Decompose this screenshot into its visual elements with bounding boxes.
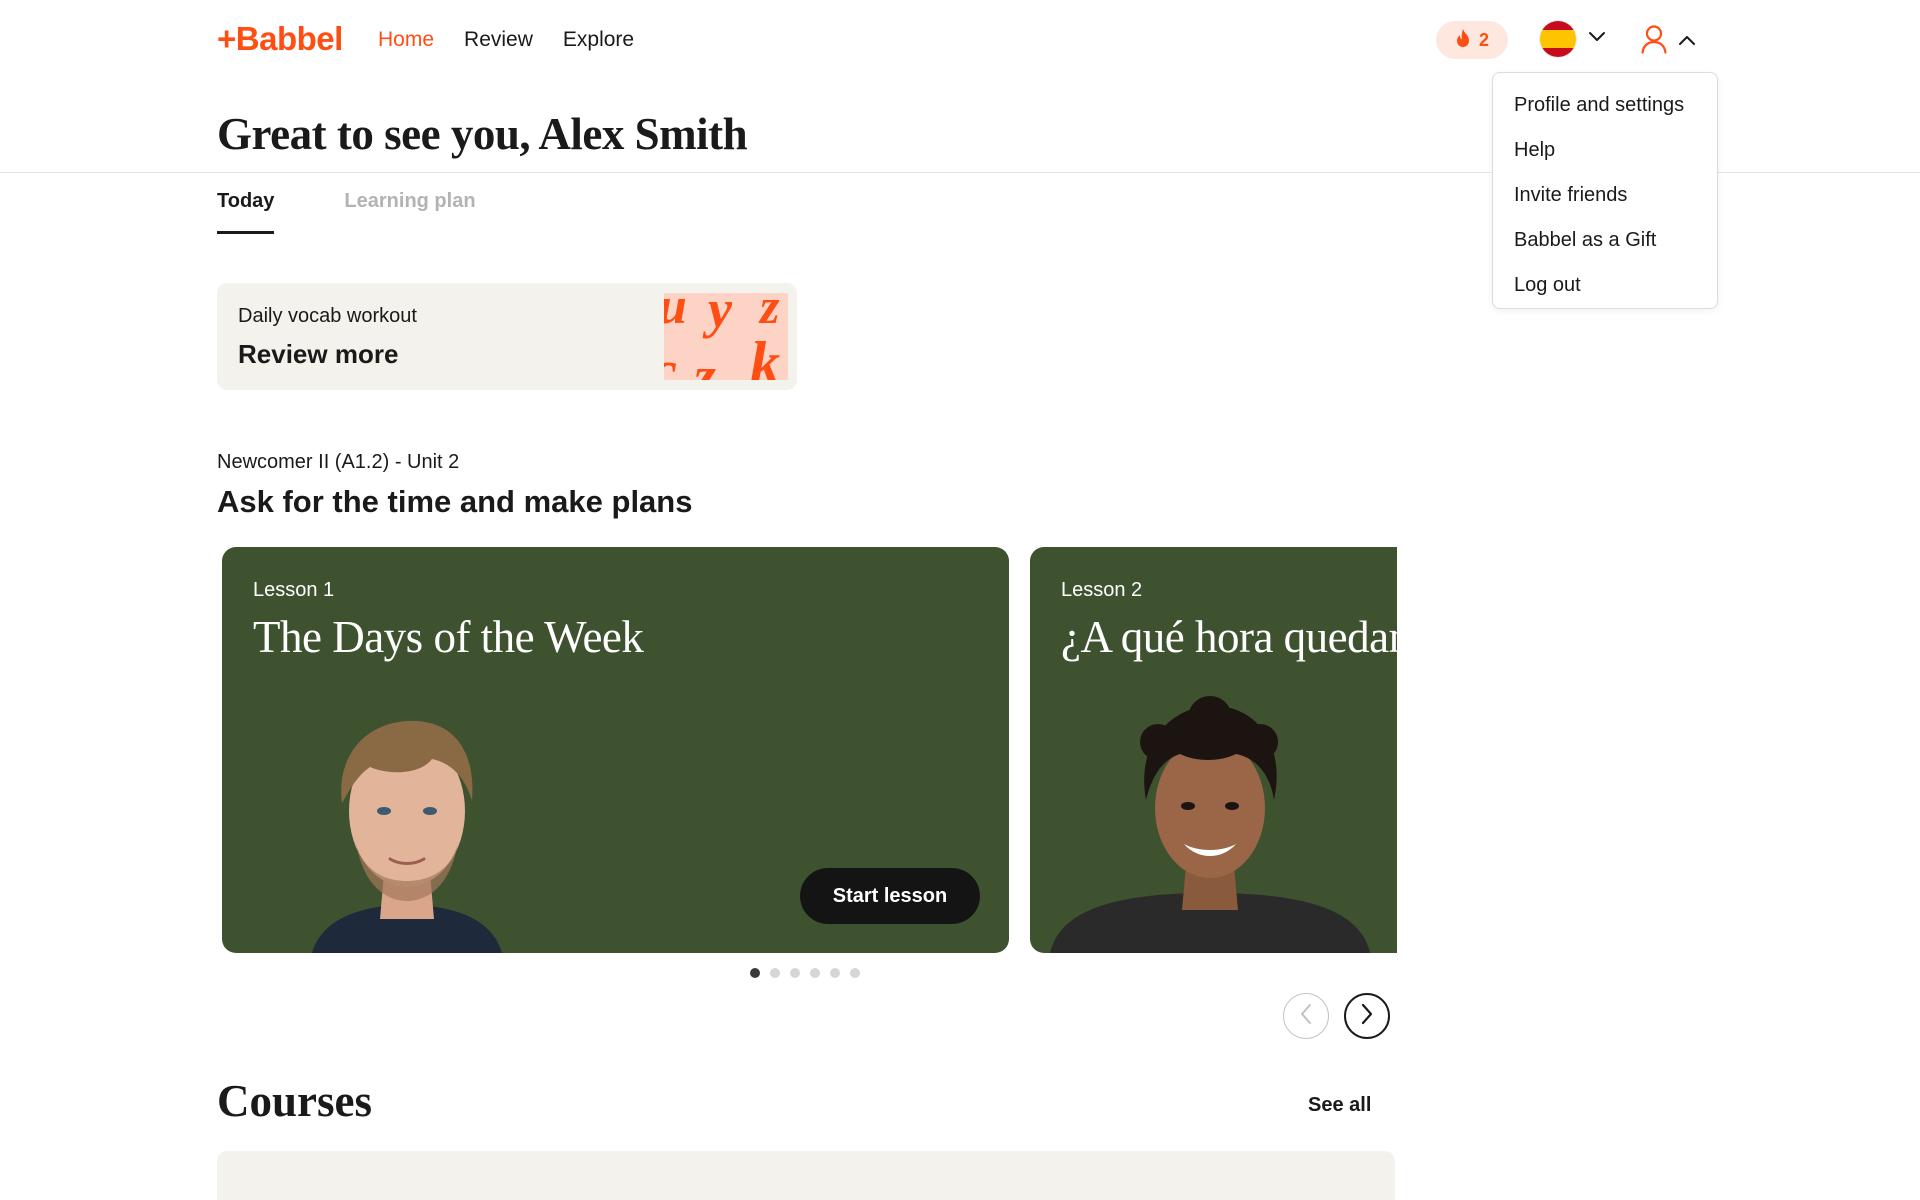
chevron-left-icon [1299,1003,1313,1030]
carousel-dot[interactable] [830,968,840,978]
lesson-portrait-image [1050,688,1370,953]
svg-text:z: z [758,293,780,334]
spain-flag-icon [1540,21,1576,57]
lesson-card-1[interactable]: Lesson 1 The Days of the Week Start less… [222,547,1009,953]
start-lesson-button[interactable]: Start lesson [800,868,980,924]
nav-explore[interactable]: Explore [563,28,634,52]
course-card[interactable] [217,1151,1395,1200]
courses-heading: Courses [217,1076,372,1126]
carousel-pagination [750,968,860,978]
profile-menu-button[interactable] [1640,24,1696,59]
profile-dropdown-menu: Profile and settings Help Invite friends… [1492,72,1718,309]
svg-text:k: k [750,330,780,380]
babbel-logo[interactable]: +Babbel [217,20,343,58]
menu-item-profile-settings[interactable]: Profile and settings [1493,83,1717,128]
carousel-dot[interactable] [850,968,860,978]
chevron-up-icon [1678,33,1696,51]
vocab-workout-card[interactable]: Daily vocab workout Review more u y z c … [217,283,797,390]
carousel-dot[interactable] [810,968,820,978]
main-nav: Home Review Explore [378,28,634,52]
lesson-card-2[interactable]: Lesson 2 ¿A qué hora quedamos? [1030,547,1397,953]
flame-icon [1455,28,1471,53]
menu-item-log-out[interactable]: Log out [1493,263,1717,308]
lesson-portrait-image [292,683,522,953]
streak-badge[interactable]: 2 [1436,21,1508,59]
lesson-number: Lesson 2 [1061,579,1143,601]
svg-text:c: c [664,340,677,380]
carousel-dot[interactable] [750,968,760,978]
carousel-dot[interactable] [770,968,780,978]
vocab-card-subtitle: Daily vocab workout [238,305,417,327]
nav-home[interactable]: Home [378,28,434,52]
lesson-title: ¿A qué hora quedamos? [1061,612,1397,662]
chevron-down-icon [1588,30,1606,48]
top-navigation: +Babbel Home Review Explore 2 [0,0,1920,80]
tab-learning-plan[interactable]: Learning plan [344,190,475,234]
streak-count: 2 [1478,29,1489,50]
home-tabs: Today Learning plan [217,190,476,234]
carousel-next-button[interactable] [1344,993,1390,1039]
menu-item-help[interactable]: Help [1493,128,1717,173]
vocab-card-title: Review more [238,339,399,369]
user-icon [1640,24,1668,59]
unit-subtitle: Newcomer II (A1.2) - Unit 2 [217,451,460,473]
lesson-number: Lesson 1 [253,579,335,601]
svg-text:z: z [692,346,716,380]
language-selector[interactable] [1540,21,1606,57]
menu-item-babbel-gift[interactable]: Babbel as a Gift [1493,218,1717,263]
nav-review[interactable]: Review [464,28,533,52]
carousel-prev-button[interactable] [1283,993,1329,1039]
see-all-courses-link[interactable]: See all [1308,1094,1371,1117]
lesson-carousel: Lesson 1 The Days of the Week Start less… [217,545,1397,955]
chevron-right-icon [1360,1003,1374,1030]
unit-title: Ask for the time and make plans [217,484,693,519]
page-title: Great to see you, Alex Smith [217,109,748,159]
menu-item-invite-friends[interactable]: Invite friends [1493,173,1717,218]
carousel-dot[interactable] [790,968,800,978]
letters-illustration-icon: u y z c z k [664,293,788,380]
lesson-title: The Days of the Week [253,612,644,662]
tab-today[interactable]: Today [217,190,275,234]
svg-text:y: y [702,293,733,339]
svg-text:u: u [664,293,687,335]
